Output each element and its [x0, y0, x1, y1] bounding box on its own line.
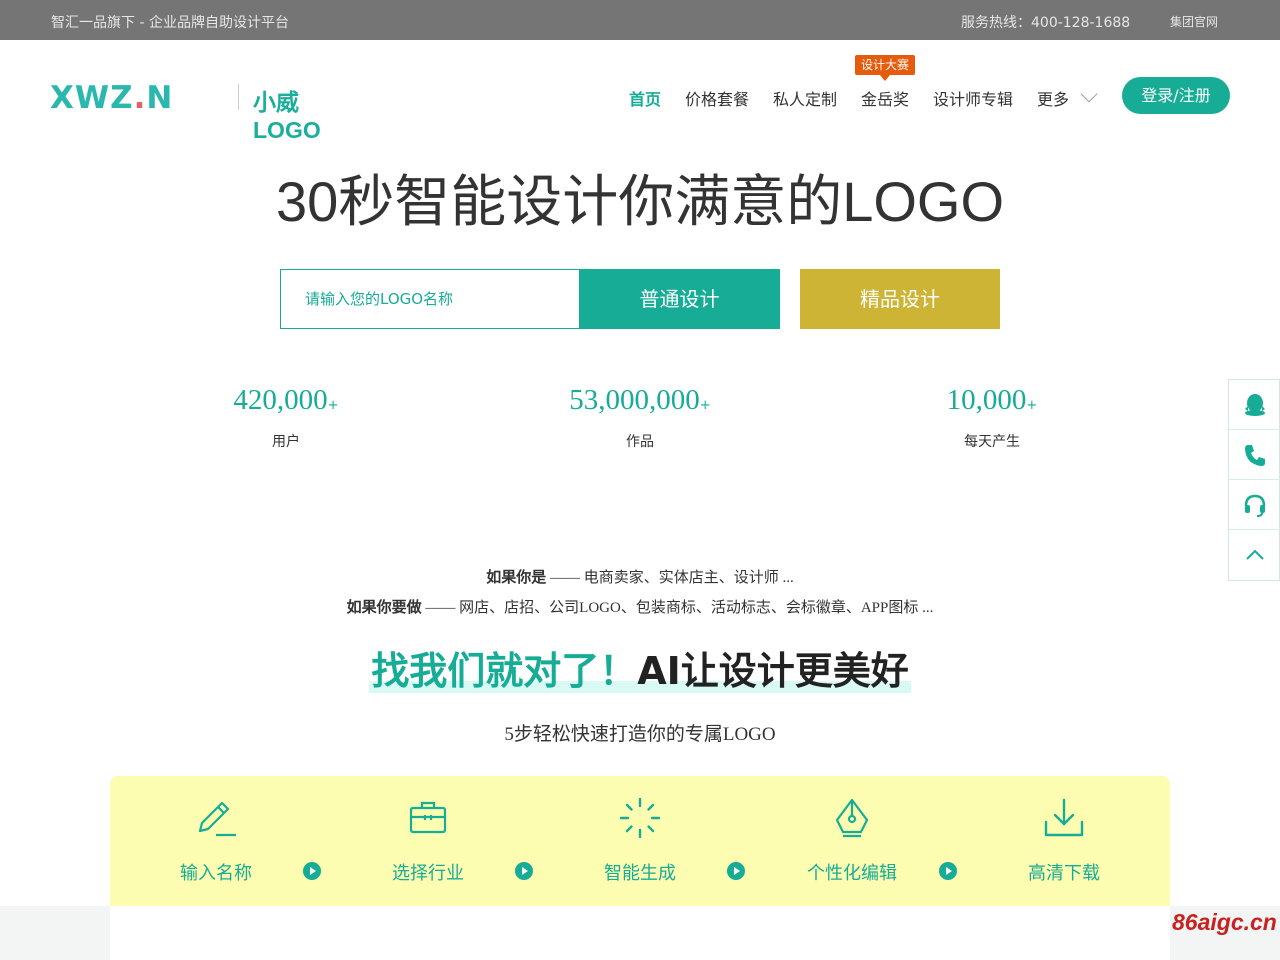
audience-list: —— 电商卖家、实体店主、设计师 ... [546, 570, 794, 586]
step-label: 输入名称 [180, 863, 252, 884]
stat-plus: + [327, 398, 339, 413]
premium-design-button[interactable]: 精品设计 [800, 269, 1000, 329]
play-arrow-icon [727, 862, 745, 880]
phone-icon [1244, 444, 1265, 466]
stat-label: 每天产生 [964, 434, 1020, 450]
headset-icon [1244, 494, 1265, 517]
steps-panel: 输入名称 选择行业 智能生成 个性化编辑 高清下载 [110, 776, 1170, 908]
step-label: 高清下载 [1028, 863, 1100, 884]
platform-slogan: 智汇一品旗下 - 企业品牌自助设计平台 [51, 15, 289, 31]
logo-name: 小威LOGO [253, 89, 321, 143]
play-arrow-icon [303, 862, 321, 880]
preview-card [110, 906, 1170, 960]
step-hd-download[interactable]: 高清下载 [958, 776, 1170, 908]
group-site-link[interactable]: 集团官网 [1170, 13, 1218, 30]
step-enter-name[interactable]: 输入名称 [110, 776, 322, 908]
stat-daily: 10,000+ 每天产生 [862, 384, 1122, 451]
pen-nib-icon [746, 796, 958, 840]
qq-contact-button[interactable] [1229, 380, 1280, 430]
step-custom-edit[interactable]: 个性化编辑 [746, 776, 958, 908]
usecase-line: 如果你要做 —— 网店、店招、公司LOGO、包装商标、活动标志、会标徽章、APP… [0, 596, 1280, 617]
audience-lead: 如果你是 [486, 568, 547, 586]
qq-icon [1244, 393, 1265, 416]
stat-plus: + [699, 398, 711, 413]
stat-value: 420,000 [233, 384, 328, 416]
watermark-text: 86aigc.cn [1172, 909, 1277, 935]
briefcase-icon [322, 796, 534, 840]
nav-item-pricing[interactable]: 价格套餐 [685, 86, 749, 110]
stat-label: 用户 [272, 434, 300, 450]
main-header: XWZ.N 小威LOGO 首页 价格套餐 私人定制 金岳奖 设计师专辑 更多 设… [0, 40, 1280, 143]
play-arrow-icon [939, 862, 957, 880]
logo-mark: XWZ.N [50, 80, 174, 116]
pencil-icon [110, 796, 322, 840]
usecase-lead: 如果你要做 [346, 598, 422, 616]
step-smart-generate[interactable]: 智能生成 [534, 776, 746, 908]
service-hotline: 服务热线：400-128-1688 [961, 15, 1131, 31]
contest-badge[interactable]: 设计大赛 [855, 55, 915, 81]
logo-name-input[interactable] [280, 269, 580, 329]
cta-green-text: 找我们就对了！ [371, 649, 638, 693]
steps-subtitle: 5步轻松快速打造你的专属LOGO [504, 724, 776, 745]
logo-divider [238, 84, 239, 110]
normal-design-button[interactable]: 普通设计 [579, 269, 780, 329]
side-contact-bar [1228, 379, 1280, 581]
nav-item-more[interactable]: 更多 [1037, 86, 1069, 110]
nav-item-custom[interactable]: 私人定制 [773, 86, 837, 110]
stat-works: 53,000,000+ 作品 [510, 384, 770, 451]
stat-plus: + [1026, 398, 1038, 413]
step-label: 选择行业 [392, 863, 464, 884]
cta-headline: 找我们就对了！AI让设计更美好 [0, 640, 1280, 695]
top-bar: 智汇一品旗下 - 企业品牌自助设计平台 服务热线：400-128-1688 集团… [0, 0, 1280, 40]
stat-label: 作品 [626, 434, 654, 450]
customer-service-button[interactable] [1229, 480, 1280, 530]
cta-dark-text: AI让设计更美好 [637, 649, 909, 693]
nav-item-designers[interactable]: 设计师专辑 [933, 86, 1013, 110]
phone-contact-button[interactable] [1229, 430, 1280, 480]
nav-item-award[interactable]: 金岳奖 [861, 86, 909, 110]
download-icon [958, 796, 1170, 840]
stat-value: 53,000,000 [569, 384, 700, 416]
hero-title: 30秒智能设计你满意的LOGO [275, 170, 1005, 233]
step-label: 智能生成 [604, 863, 676, 884]
usecase-list: —— 网店、店招、公司LOGO、包装商标、活动标志、会标徽章、APP图标 ... [421, 600, 934, 616]
play-arrow-icon [515, 862, 533, 880]
stat-value: 10,000 [946, 384, 1027, 416]
audience-line: 如果你是 —— 电商卖家、实体店主、设计师 ... [0, 566, 1280, 587]
step-label: 个性化编辑 [807, 863, 897, 884]
nav-item-home[interactable]: 首页 [629, 86, 661, 110]
back-to-top-icon [1245, 549, 1264, 560]
stat-users: 420,000+ 用户 [156, 384, 416, 451]
loading-icon [534, 796, 746, 840]
login-register-button[interactable]: 登录/注册 [1122, 77, 1230, 114]
step-select-industry[interactable]: 选择行业 [322, 776, 534, 908]
chevron-down-icon[interactable] [1080, 85, 1098, 103]
